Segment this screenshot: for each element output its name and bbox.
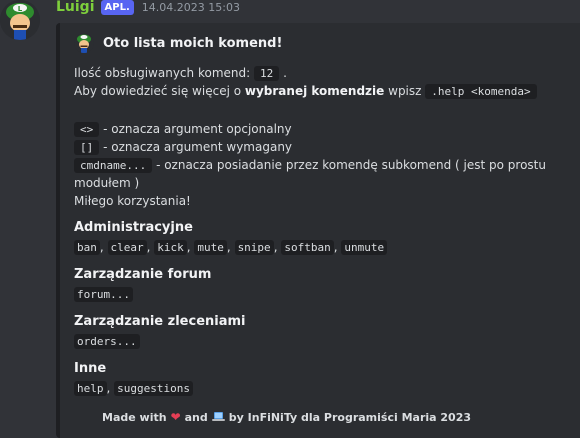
command-code: help (74, 381, 107, 396)
count-line: Ilość obsługiwanych komend: 12 . (74, 65, 287, 82)
footer-made-with: Made with (102, 410, 167, 424)
footer-and: and (184, 410, 208, 424)
command-list: ban, clear, kick, mute, snipe, softban, … (74, 240, 388, 255)
help-line: Aby dowiedzieć się więcej o wybranej kom… (74, 83, 537, 100)
legend-text: - oznacza posiadanie przez komendę subko… (156, 158, 546, 172)
closing-text: Miłego korzystania! (74, 194, 191, 208)
svg-text:L: L (18, 5, 23, 13)
embed: Oto lista moich komend! Ilość obsługiwan… (56, 23, 580, 438)
help-bold: wybranej komendzie (244, 84, 385, 98)
section-title: Administracyjne (74, 220, 193, 235)
legend-wrap: modułem ) (74, 176, 140, 190)
avatar[interactable]: L (0, 0, 40, 40)
help-code: .help <komenda> (425, 84, 537, 99)
embed-footer: Made with ❤ and by InFiNiTy dla Programi… (102, 410, 471, 424)
command-list: forum... (74, 287, 133, 302)
legend-subcommand: cmdname... - oznacza posiadanie przez ko… (74, 157, 546, 174)
app-badge: APL. (100, 0, 134, 15)
footer-credit: by InFiNiTy dla Programiści Maria 2023 (228, 410, 472, 424)
legend-optional: <> - oznacza argument opcjonalny (74, 121, 292, 138)
count-value: 12 (253, 66, 280, 81)
command-code: forum... (74, 287, 133, 302)
command-list: help, suggestions (74, 381, 193, 396)
command-code: ban (74, 240, 100, 255)
legend-text: - oznacza argument wymagany (103, 140, 293, 154)
luigi-icon (74, 33, 94, 53)
command-code: mute (194, 240, 227, 255)
command-code: snipe (234, 240, 274, 255)
legend-code: cmdname... (74, 158, 153, 173)
command-code: suggestions (114, 381, 193, 396)
command-code: orders... (74, 334, 140, 349)
legend-code: <> (74, 122, 100, 137)
command-code: kick (154, 240, 187, 255)
section-title: Zarządzanie zleceniami (74, 314, 246, 329)
embed-title: Oto lista moich komend! (103, 35, 283, 51)
username[interactable]: Luigi (56, 0, 95, 15)
laptop-icon (211, 412, 225, 422)
command-code: unmute (341, 240, 388, 255)
legend-text: - oznacza argument opcjonalny (103, 122, 292, 136)
timestamp[interactable]: 14.04.2023 15:03 (142, 1, 240, 14)
help-post: wpisz (388, 84, 422, 98)
count-suffix: . (283, 66, 287, 80)
legend-code: [] (74, 140, 100, 155)
command-code: clear (107, 240, 147, 255)
command-code: softban (281, 240, 334, 255)
count-label: Ilość obsługiwanych komend: (74, 66, 251, 80)
help-pre: Aby dowiedzieć się więcej o (74, 84, 242, 98)
section-title: Zarządzanie forum (74, 267, 212, 282)
section-title: Inne (74, 361, 107, 376)
command-list: orders... (74, 334, 140, 349)
legend-required: [] - oznacza argument wymagany (74, 139, 292, 156)
heart-icon: ❤ (170, 410, 181, 424)
